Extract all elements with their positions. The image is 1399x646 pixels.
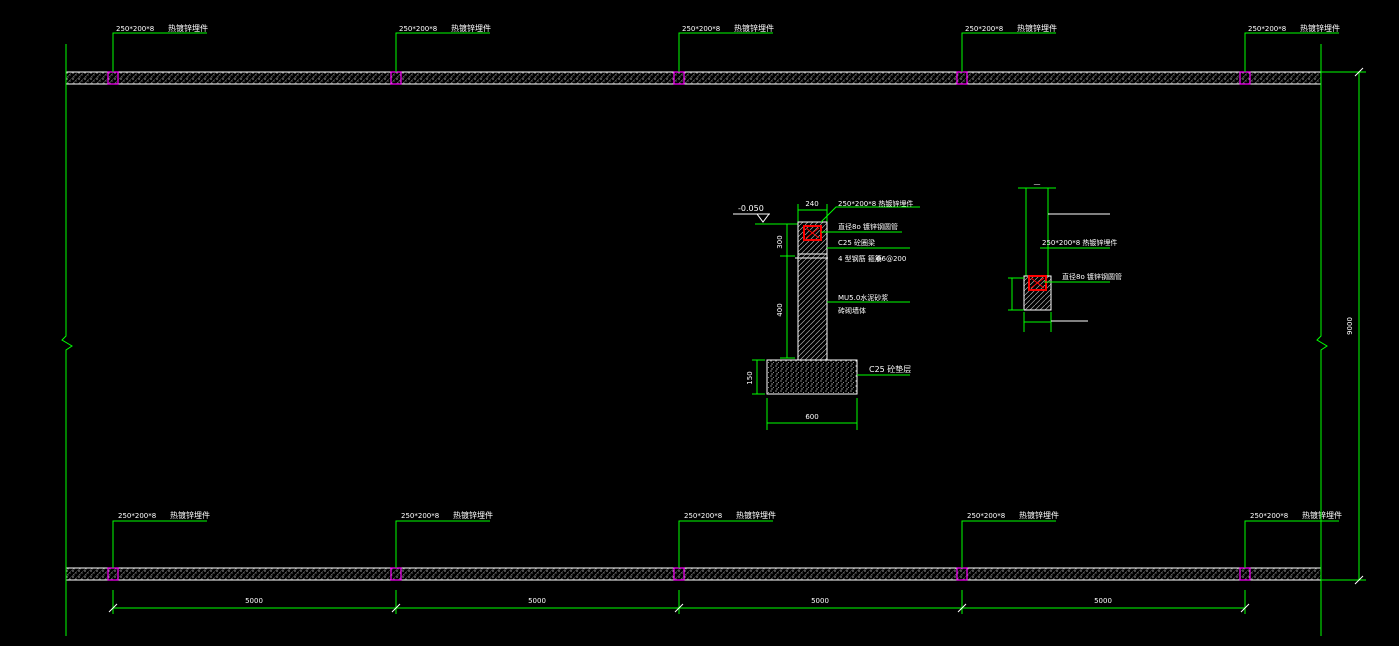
footing <box>766 359 858 395</box>
bottom-leaders <box>112 520 1339 568</box>
embed-name-label: 热镀锌埋件 <box>1302 510 1342 520</box>
embed-name-label: 热镀锌埋件 <box>736 510 776 520</box>
brick-wall <box>797 253 828 361</box>
embed-name-label: 热镀锌埋件 <box>734 23 774 33</box>
level-label: -0.050 <box>738 204 764 213</box>
left-boundary <box>61 44 73 636</box>
beam-height-dim: 300 <box>776 235 784 248</box>
top-wall-strip <box>65 71 1322 85</box>
embed-name-label: 热镀锌埋件 <box>168 23 208 33</box>
top-embed-labels: 250*200*8 热镀锌埋件 250*200*8 热镀锌埋件 250*200*… <box>116 23 1340 33</box>
embed-size-label: 250*200*8 <box>118 512 156 520</box>
overall-dimension: 9000 <box>1321 67 1366 585</box>
embed-size-label: 250*200*8 <box>399 25 437 33</box>
span-label: 5000 <box>1094 597 1112 605</box>
span-label: 5000 <box>811 597 829 605</box>
span-dimensions: 5000 5000 5000 5000 <box>108 590 1250 614</box>
cad-drawing-canvas: 250*200*8 热镀锌埋件 250*200*8 热镀锌埋件 250*200*… <box>61 23 1366 636</box>
embed-name-label: 热镀锌埋件 <box>451 23 491 33</box>
embed-size-label: 250*200*8 <box>967 512 1005 520</box>
section-callout: MU5.0水泥砂浆 <box>838 293 888 302</box>
bottom-embed-labels: 250*200*8 热镀锌埋件 250*200*8 热镀锌埋件 250*200*… <box>118 510 1342 520</box>
embed-size-label: 250*200*8 <box>1248 25 1286 33</box>
detail-callout: 250*200*8 热镀锌埋件 <box>1042 238 1117 247</box>
section-width-top: 240 <box>805 200 818 208</box>
embed-name-label: 热镀锌埋件 <box>453 510 493 520</box>
embed-size-label: 250*200*8 <box>684 512 722 520</box>
section-callout: 砖砌墙体 <box>838 306 866 315</box>
section-callout: C25 砼圈梁 <box>838 238 875 247</box>
section-callout: C25 砼垫层 <box>869 364 911 374</box>
wall-section: -0.050 240 300 400 150 600 250*200*8 热镀锌… <box>733 199 920 430</box>
embed-size-label: 250*200*8 <box>116 25 154 33</box>
embed-name-label: 热镀锌埋件 <box>1017 23 1057 33</box>
embed-size-label: 250*200*8 <box>401 512 439 520</box>
footing-height-dim: 150 <box>746 371 754 384</box>
span-label: 5000 <box>245 597 263 605</box>
right-boundary <box>1316 44 1328 636</box>
embed-name-label: 热镀锌埋件 <box>170 510 210 520</box>
section-callout: 250*200*8 热镀锌埋件 <box>838 199 913 208</box>
top-leaders <box>112 32 1339 72</box>
wall-height-dim: 400 <box>776 303 784 316</box>
bottom-wall-strip <box>65 567 1322 581</box>
level-mark: -0.050 <box>733 204 798 225</box>
detail-callout: 直径8o 镀锌钢圆管 <box>1062 272 1122 281</box>
detail-callout: — <box>1034 180 1041 188</box>
overall-dimension-label: 9000 <box>1346 317 1354 335</box>
top-wall: 250*200*8 热镀锌埋件 250*200*8 热镀锌埋件 250*200*… <box>65 23 1340 85</box>
embed-size-label: 250*200*8 <box>1250 512 1288 520</box>
bottom-wall: 250*200*8 热镀锌埋件 250*200*8 热镀锌埋件 250*200*… <box>65 510 1342 581</box>
footing-width-dim: 600 <box>805 413 818 421</box>
embed-name-label: 热镀锌埋件 <box>1019 510 1059 520</box>
embed-size-label: 250*200*8 <box>965 25 1003 33</box>
section-callout: Φ6@200 <box>876 255 906 263</box>
embed-name-label: 热镀锌埋件 <box>1300 23 1340 33</box>
embed-size-label: 250*200*8 <box>682 25 720 33</box>
detail-section: — 250*200*8 热镀锌埋件 直径8o 镀锌钢圆管 <box>1008 180 1122 332</box>
span-label: 5000 <box>528 597 546 605</box>
section-callout: 直径8o 镀锌钢圆管 <box>838 222 898 231</box>
